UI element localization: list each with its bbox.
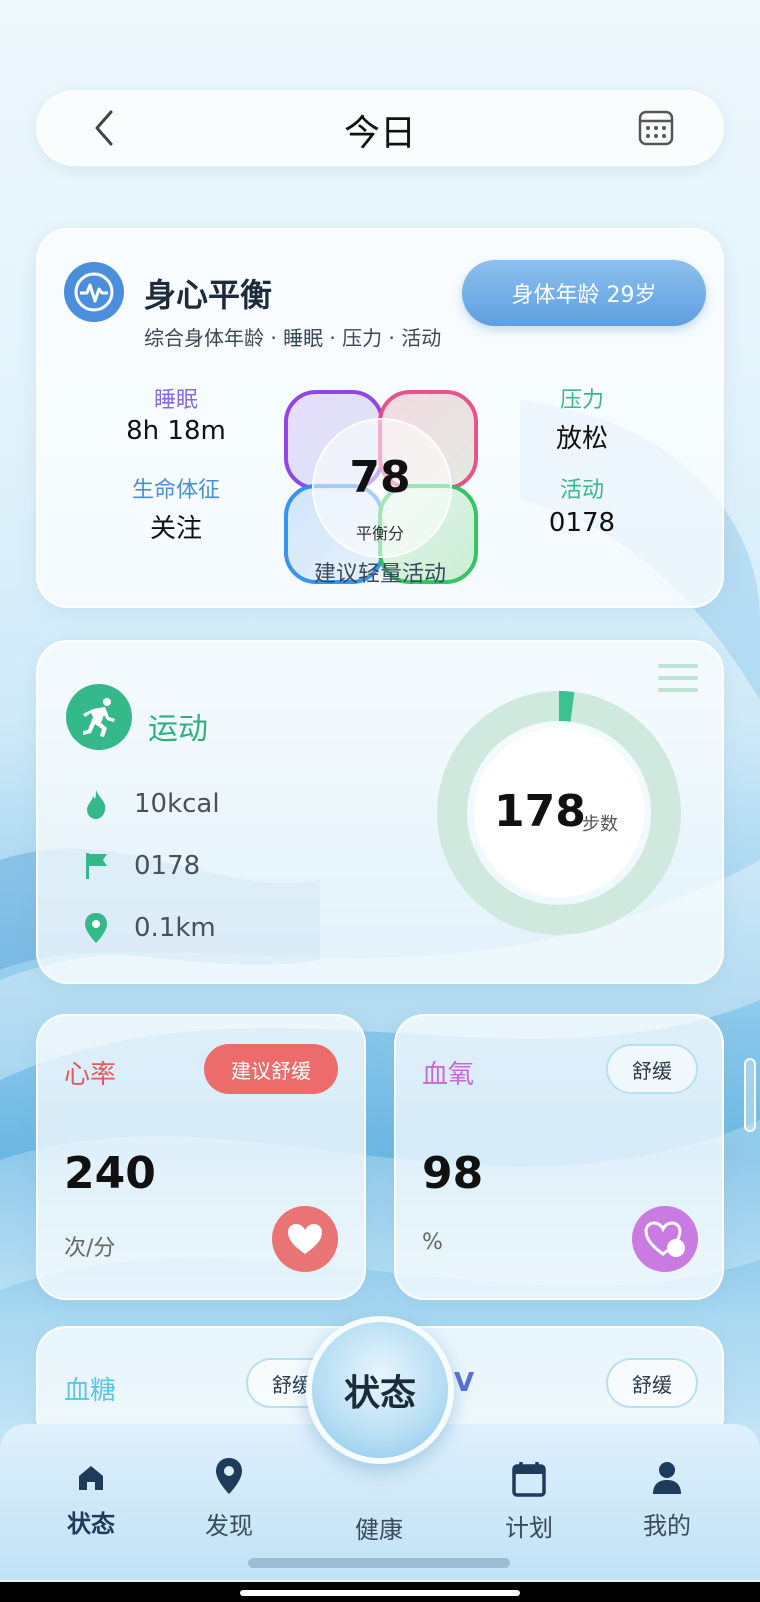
balance-score-label: 平衡分 bbox=[355, 524, 404, 543]
heart-button[interactable] bbox=[272, 1206, 338, 1272]
steps-progress-arc bbox=[558, 691, 575, 722]
oxygen-soothe-button[interactable]: 舒缓 bbox=[606, 1044, 698, 1094]
heart-suggest-button[interactable]: 建议舒缓 bbox=[204, 1044, 338, 1094]
heartbeat-icon bbox=[64, 262, 124, 322]
blood-glucose-title: 血糖 bbox=[64, 1376, 117, 1406]
running-icon bbox=[66, 684, 132, 750]
steps-value: 178 bbox=[494, 786, 586, 837]
side-drawer-handle[interactable] bbox=[744, 1058, 756, 1132]
calendar-plan-icon bbox=[512, 1462, 546, 1497]
nav-label-discover: 发现 bbox=[205, 1512, 253, 1540]
calories-row: 10kcal bbox=[80, 784, 340, 824]
nav-item-plan[interactable]: 计划 bbox=[474, 1460, 584, 1543]
calories-value: 10kcal bbox=[134, 789, 220, 819]
nav-label-mine: 我的 bbox=[643, 1512, 691, 1540]
home-indicator[interactable] bbox=[240, 1590, 520, 1596]
body-age-button[interactable]: 身体年龄 29岁 bbox=[462, 260, 706, 326]
status-center-button[interactable]: 状态 bbox=[306, 1316, 454, 1464]
sleep-value: 8h 18m bbox=[126, 416, 226, 446]
back-chevron-icon[interactable] bbox=[84, 108, 124, 148]
location-pin-icon bbox=[80, 912, 112, 944]
location-icon bbox=[216, 1458, 242, 1494]
nav-item-discover[interactable]: 发现 bbox=[174, 1456, 284, 1541]
flag-icon bbox=[80, 850, 112, 882]
nav-item-health[interactable]: 健康 bbox=[324, 1500, 434, 1545]
stress-label: 压力 bbox=[559, 388, 604, 413]
nav-indicator-bar bbox=[248, 1558, 510, 1568]
distance-row: 0.1km bbox=[80, 908, 340, 948]
nav-item-status[interactable]: 状态 bbox=[36, 1462, 146, 1539]
flag-row: 0178 bbox=[80, 846, 340, 886]
page-title: 今日 bbox=[343, 113, 416, 154]
steps-unit: 步数 bbox=[582, 814, 618, 835]
sleep-label: 睡眠 bbox=[153, 388, 198, 413]
heart-rate-unit: 次/分 bbox=[64, 1236, 116, 1261]
balance-score: 78 bbox=[349, 452, 411, 503]
nav-label-status: 状态 bbox=[67, 1510, 115, 1538]
vitals-label: 生命体征 bbox=[131, 478, 220, 503]
vitals-value: 关注 bbox=[149, 514, 202, 544]
balance-subtitle: 综合身体年龄 · 睡眠 · 压力 · 活动 bbox=[144, 326, 442, 350]
home-icon bbox=[79, 1466, 103, 1490]
hrv-soothe-button[interactable]: 舒缓 bbox=[606, 1358, 698, 1408]
balance-title: 身心平衡 bbox=[144, 276, 273, 314]
activity-label: 活动 bbox=[559, 478, 604, 503]
blood-oxygen-unit: % bbox=[422, 1230, 443, 1255]
flame-icon bbox=[80, 788, 112, 820]
stress-value: 放松 bbox=[555, 424, 608, 454]
heart-rate-title: 心率 bbox=[64, 1060, 117, 1090]
nav-label-health: 健康 bbox=[355, 1516, 403, 1544]
balance-suggestion: 建议轻量活动 bbox=[313, 562, 446, 587]
oxygen-button[interactable] bbox=[632, 1206, 698, 1272]
sport-title: 运动 bbox=[148, 712, 208, 747]
nav-label-plan: 计划 bbox=[505, 1514, 553, 1542]
heart-icon bbox=[288, 1224, 322, 1254]
activity-value: 0178 bbox=[548, 508, 616, 538]
heart-drop-icon bbox=[644, 1221, 685, 1257]
flag-steps-value: 0178 bbox=[134, 851, 201, 881]
user-icon bbox=[653, 1462, 681, 1494]
blood-oxygen-value: 98 bbox=[422, 1148, 484, 1199]
heart-rate-value: 240 bbox=[64, 1148, 156, 1199]
calendar-icon[interactable] bbox=[636, 108, 676, 148]
blood-oxygen-title: 血氧 bbox=[422, 1060, 475, 1090]
nav-item-mine[interactable]: 我的 bbox=[612, 1460, 722, 1541]
distance-value: 0.1km bbox=[134, 913, 216, 943]
hrv-title: V bbox=[454, 1368, 475, 1398]
